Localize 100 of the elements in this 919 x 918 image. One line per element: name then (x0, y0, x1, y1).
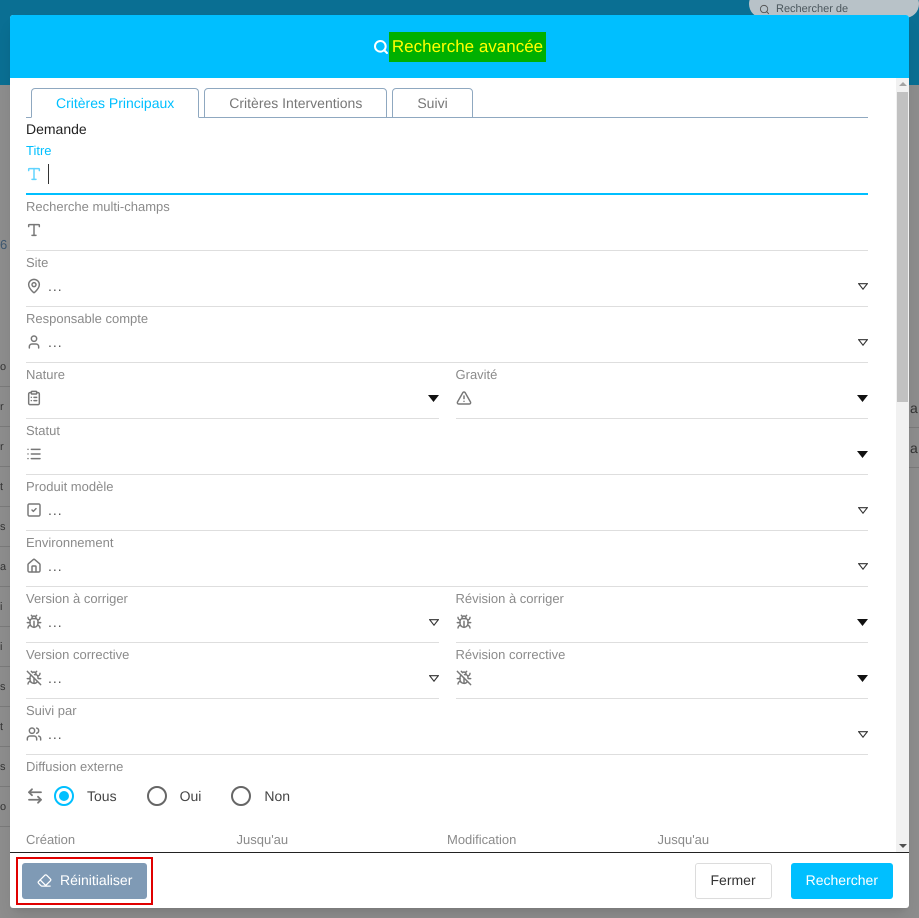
tab[interactable]: Critères Interventions (204, 88, 388, 118)
search-button[interactable]: Rechercher (790, 862, 893, 898)
field-value: ... (48, 668, 63, 688)
form-field[interactable]: Environnement ... (26, 531, 868, 587)
field-label: Jusqu'au (236, 831, 290, 849)
field-label: Version à corriger (26, 590, 129, 608)
dropdown-caret-icon[interactable] (857, 618, 868, 626)
radio-button[interactable] (231, 786, 252, 806)
form-field[interactable]: Suivi par ... (26, 699, 868, 755)
form-field[interactable]: Produit modèle ... (26, 475, 868, 531)
field-label: Jusqu'au (658, 831, 710, 849)
field-value: ... (48, 612, 63, 632)
field-label: Création (26, 831, 76, 849)
radio-label: Tous (87, 786, 117, 806)
house-icon (26, 558, 42, 574)
search-placeholder: Rechercher de (776, 3, 848, 16)
dropdown-caret-icon[interactable] (858, 730, 868, 738)
search-icon (372, 38, 389, 54)
form-field[interactable]: Révision corrective (456, 643, 868, 699)
list-icon (26, 446, 42, 462)
text-cursor (48, 164, 49, 184)
radio-button[interactable] (146, 786, 167, 806)
form-field[interactable]: Version corrective ... (26, 643, 438, 699)
crossed-bug-icon (456, 670, 472, 686)
field-label: Titre (26, 142, 53, 160)
form-field[interactable]: Version à corriger ... (26, 587, 438, 643)
background-text: t (0, 720, 4, 734)
field-value: ... (48, 332, 63, 352)
form-field[interactable]: Gravité (456, 363, 868, 419)
field-label: Révision corrective (456, 646, 566, 664)
dialog-title: Recherche avancée (388, 32, 546, 62)
dropdown-caret-icon[interactable] (858, 282, 868, 290)
background-text: s (0, 680, 6, 694)
field-value: ... (48, 556, 63, 576)
warning-icon (456, 390, 472, 406)
background-text: o (0, 360, 6, 374)
field-label: Modification (447, 831, 518, 849)
tab[interactable]: Critères Principaux (31, 88, 200, 118)
dropdown-caret-icon[interactable] (857, 394, 868, 402)
scrollbar[interactable] (896, 78, 909, 852)
field-value: ... (48, 500, 63, 520)
background-text: i (0, 600, 2, 614)
field-label: Produit modèle (26, 478, 114, 496)
text-icon (26, 166, 42, 182)
check-square-icon (26, 502, 42, 518)
eraser-icon (37, 873, 52, 888)
form-field[interactable]: Statut (26, 419, 868, 475)
field-value: ... (48, 724, 63, 744)
tab[interactable]: Suivi (392, 88, 473, 118)
search-icon (759, 4, 770, 15)
field-label: Gravité (456, 366, 498, 384)
field-label: Environnement (26, 534, 114, 552)
form-field[interactable]: Site ... (26, 251, 868, 307)
radio-label: Oui (180, 786, 202, 806)
background-text: t (0, 480, 4, 494)
field-label: Recherche multi-champs (26, 198, 171, 216)
scrollbar-thumb[interactable] (897, 92, 908, 402)
field-label: Diffusion externe (26, 758, 124, 776)
background-text: r (0, 400, 4, 414)
map-pin-icon (26, 278, 42, 294)
dropdown-caret-icon[interactable] (858, 506, 868, 514)
close-button[interactable]: Fermer (694, 862, 772, 898)
dropdown-caret-icon[interactable] (857, 450, 868, 458)
background-text: o (0, 800, 6, 814)
bug-icon (26, 614, 42, 630)
background-text: 6 (0, 236, 8, 254)
form-field[interactable]: Titre (26, 139, 868, 195)
person-icon (26, 334, 42, 350)
field-label: Responsable compte (26, 310, 150, 328)
reset-button[interactable]: Réinitialiser (22, 862, 148, 898)
clipboard-icon (26, 390, 42, 406)
radio-button[interactable] (54, 786, 74, 806)
background-text: s (0, 760, 6, 774)
dropdown-caret-icon[interactable] (858, 562, 868, 570)
crossed-bug-icon (26, 670, 42, 686)
form-field[interactable]: Recherche multi-champs (26, 195, 868, 251)
background-text: s (0, 520, 6, 534)
background-text: a (0, 560, 6, 574)
form-field[interactable]: Nature (26, 363, 438, 419)
field-label: Version corrective (26, 646, 130, 664)
dropdown-caret-icon[interactable] (858, 338, 868, 346)
form-field[interactable]: Révision à corriger (456, 587, 868, 643)
field-label: Site (26, 254, 50, 272)
bug-icon (456, 614, 472, 630)
arrows-icon (26, 787, 44, 805)
form-field[interactable]: Responsable compte ... (26, 307, 868, 363)
field-label: Nature (26, 366, 66, 384)
background-text: i (0, 640, 2, 654)
radio-label: Non (264, 786, 290, 806)
dropdown-caret-icon[interactable] (428, 394, 438, 402)
field-label: Révision à corriger (456, 590, 565, 608)
background-text: r (0, 440, 4, 454)
section-title: Demande (26, 120, 88, 139)
dropdown-caret-icon[interactable] (428, 674, 438, 682)
dropdown-caret-icon[interactable] (857, 674, 868, 682)
people-icon (26, 726, 42, 742)
field-label: Suivi par (26, 702, 78, 720)
field-label: Statut (26, 422, 61, 440)
dropdown-caret-icon[interactable] (428, 618, 438, 626)
field-value: ... (48, 276, 63, 296)
